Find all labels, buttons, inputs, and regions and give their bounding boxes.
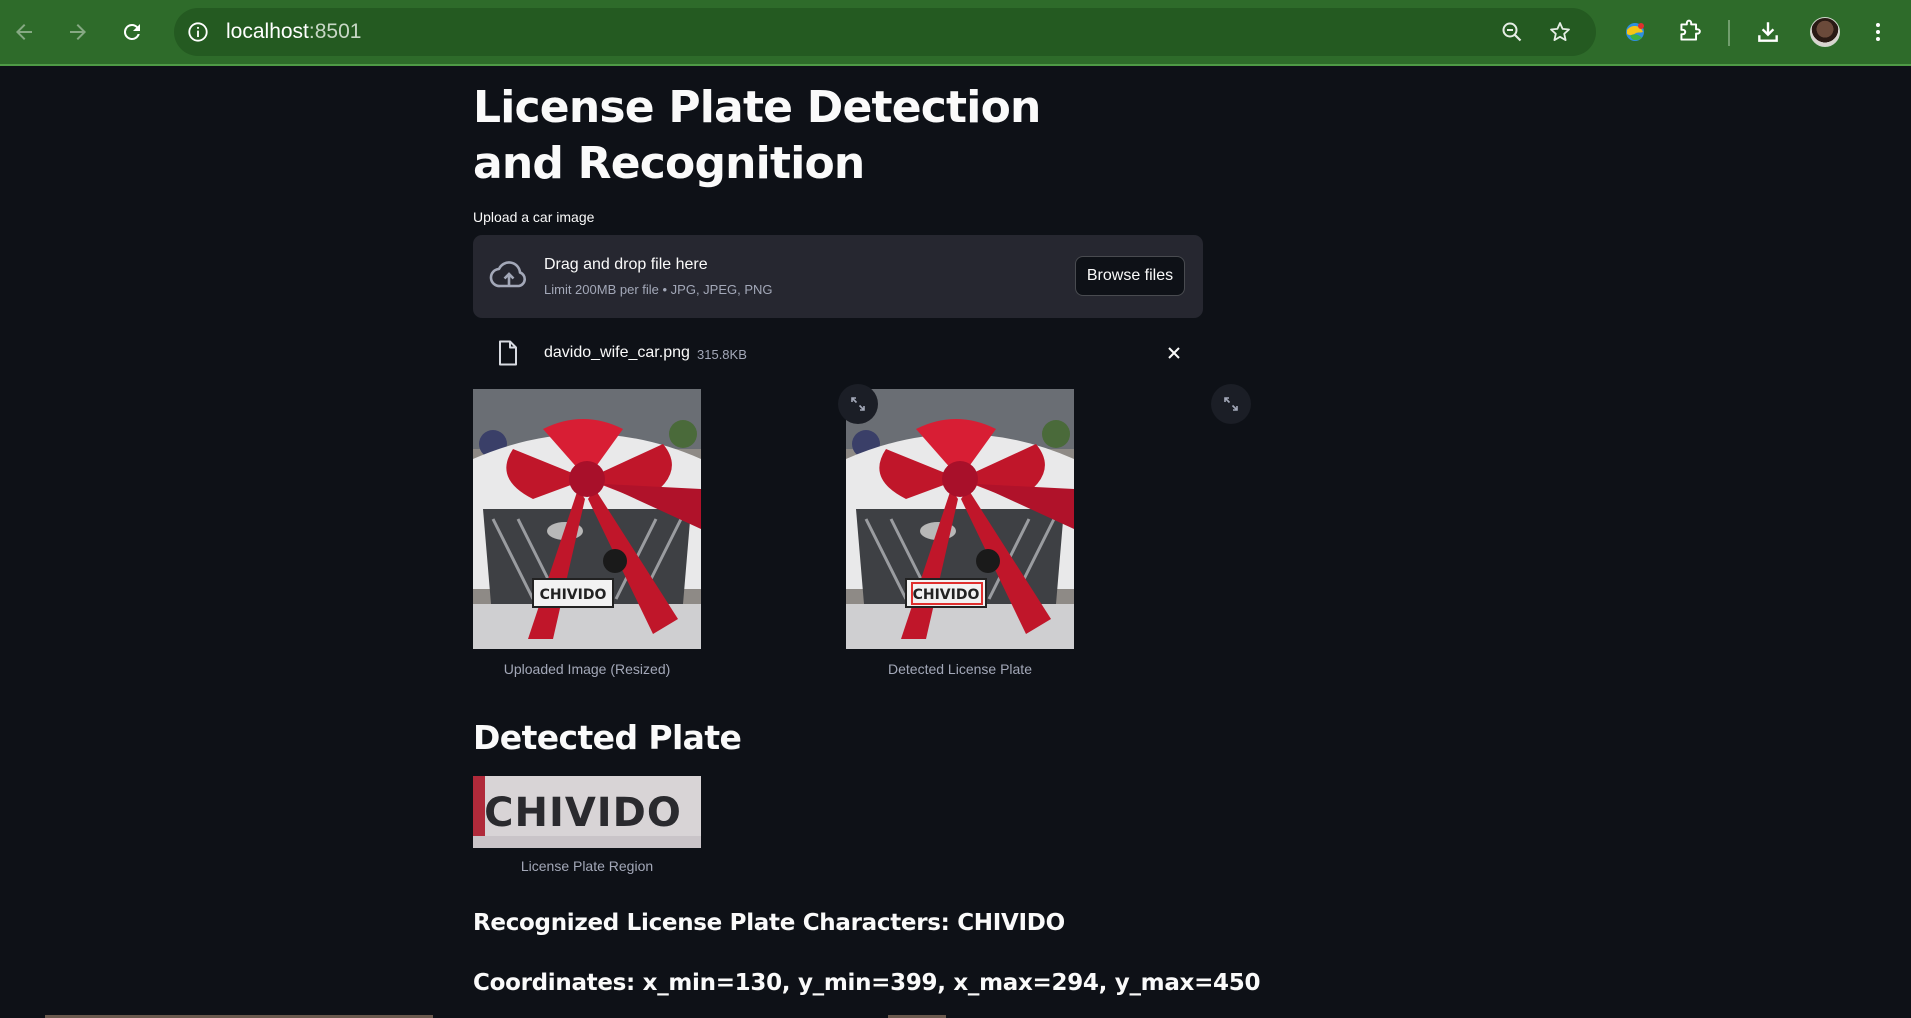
info-icon xyxy=(188,22,208,42)
forward-button[interactable] xyxy=(60,14,96,50)
uploaded-file-size: 315.8KB xyxy=(697,347,747,362)
back-button[interactable] xyxy=(6,14,42,50)
reload-icon xyxy=(123,23,140,40)
uploader-label: Upload a car image xyxy=(473,209,595,225)
bookmark-button[interactable] xyxy=(1546,18,1574,46)
toolbar-separator xyxy=(1728,20,1730,46)
detected-car-plate-text: CHIVIDO xyxy=(913,587,980,603)
arrow-left-icon xyxy=(16,24,32,40)
detected-image-caption: Detected License Plate xyxy=(888,661,1032,677)
zoom-button[interactable] xyxy=(1498,18,1526,46)
star-icon xyxy=(1550,22,1570,41)
uploaded-image-caption: Uploaded Image (Resized) xyxy=(503,661,671,677)
file-icon xyxy=(499,340,517,366)
plate-crop-caption: License Plate Region xyxy=(520,858,654,874)
expand-icon xyxy=(851,397,865,411)
expand-icon xyxy=(1224,397,1238,411)
url-port: :8501 xyxy=(308,20,362,43)
car-plate-text: CHIVIDO xyxy=(540,587,607,603)
close-icon xyxy=(1168,347,1180,359)
uploaded-car-image: CHIVIDO xyxy=(473,389,701,649)
downloads-button[interactable] xyxy=(1750,14,1786,50)
extensions-button[interactable] xyxy=(1671,14,1707,50)
cloud-upload-icon xyxy=(489,261,526,288)
uploaded-file-row: davido_wife_car.png 315.8KB xyxy=(473,328,1203,378)
coordinates-text: Coordinates: x_min=130, y_min=399, x_max… xyxy=(473,970,1261,996)
browser-menu-button[interactable] xyxy=(1860,14,1896,50)
address-bar[interactable]: localhost:8501 xyxy=(174,8,1596,56)
fullscreen-button-first[interactable] xyxy=(838,384,878,424)
fullscreen-button-second[interactable] xyxy=(1211,384,1251,424)
detected-car-image: CHIVIDO xyxy=(846,389,1074,649)
zoom-out-icon xyxy=(1502,22,1522,42)
uploaded-file-name: davido_wife_car.png xyxy=(544,344,690,361)
dropzone-limit-text: Limit 200MB per file • JPG, JPEG, PNG xyxy=(544,282,773,297)
remove-file-button[interactable] xyxy=(1161,340,1187,366)
uploaded-image-column: CHIVIDO Uploaded Image (Resized) xyxy=(473,389,701,677)
browser-toolbar: localhost:8501 xyxy=(0,0,1911,66)
puzzle-icon xyxy=(1680,19,1701,41)
globe-extension-icon xyxy=(1626,23,1644,41)
avatar[interactable] xyxy=(1810,17,1840,47)
file-dropzone[interactable]: Drag and drop file here Limit 200MB per … xyxy=(473,235,1203,318)
detected-image-column: CHIVIDO Detected License Plate xyxy=(846,389,1074,677)
detected-plate-heading: Detected Plate xyxy=(473,718,742,757)
recognized-characters-text: Recognized License Plate Characters: CHI… xyxy=(473,910,1065,936)
dropzone-title: Drag and drop file here xyxy=(544,256,708,273)
arrow-right-icon xyxy=(70,24,86,40)
site-info-button[interactable] xyxy=(184,18,212,46)
plate-crop-image: CHIVIDO xyxy=(473,776,701,848)
download-icon xyxy=(1758,22,1778,42)
browse-files-button[interactable]: Browse files xyxy=(1075,256,1185,296)
plate-crop-text: CHIVIDO xyxy=(484,790,682,836)
url-host: localhost xyxy=(226,20,309,43)
kebab-menu-icon xyxy=(1876,23,1880,41)
reload-button[interactable] xyxy=(114,14,150,50)
page-title: License Plate Detection and Recognition xyxy=(473,82,1041,189)
extension-globe-button[interactable] xyxy=(1617,14,1653,50)
url-text[interactable]: localhost:8501 xyxy=(226,20,361,44)
